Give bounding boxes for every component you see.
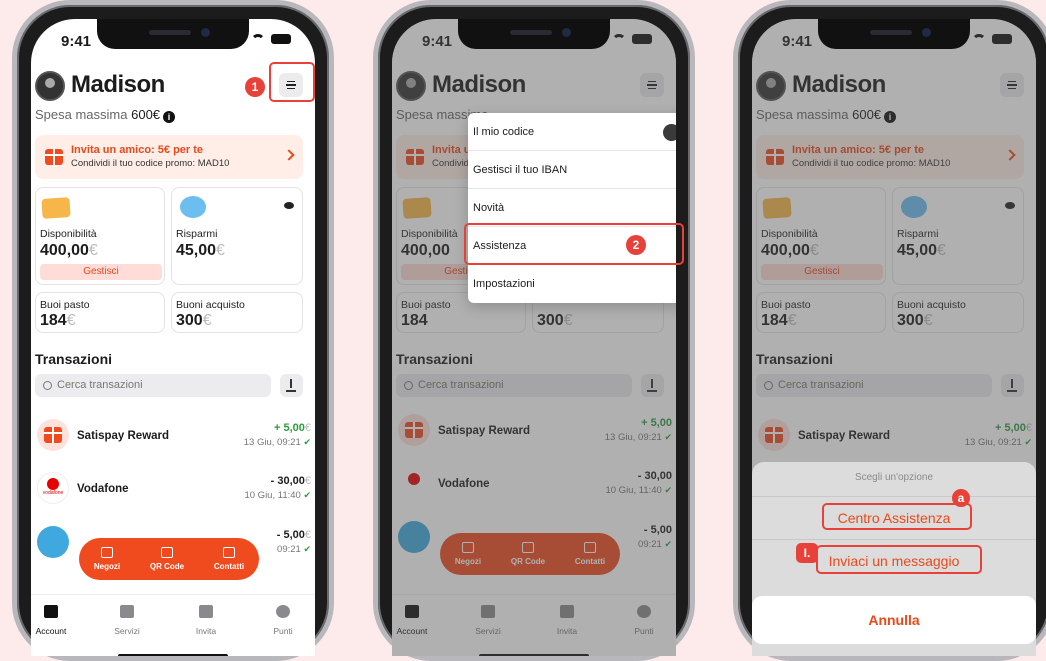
manage-button[interactable]: Gestisci [40,264,162,280]
tab-bar: Account Servizi Invita Punti [31,594,315,656]
meal-vouchers-card[interactable]: Buoi pasto 184€ [35,292,165,333]
tab-account[interactable]: Account [31,605,81,636]
list-item[interactable]: vodafone Vodafone - 30,00€ 10 Giu, 11:40… [31,472,315,512]
chevron-right-icon [283,149,295,161]
phone-screen: 9:41 Madison Spesa massima Invita un ami… [392,19,676,656]
search-icon [43,381,52,390]
search-input[interactable]: Cerca transazioni [35,374,271,397]
avatar[interactable] [35,71,65,101]
notch [97,19,249,49]
transactions-title: Transazioni [35,351,113,367]
menu-item-settings[interactable]: Impostazioni [468,265,676,303]
bolt-icon [276,605,290,618]
step-badge-b: I. [796,543,818,563]
highlight-support-item [464,223,684,265]
cancel-button[interactable]: Annulla [752,596,1036,644]
promo-banner[interactable]: Invita un amico: 5€ per te Condividi il … [35,135,303,179]
reward-icon [37,419,69,451]
tutorial-stage: 9:41 Madison Spesa massima 600€ i Invita … [0,0,1046,661]
savings-card[interactable]: Risparmi 45,00€ [171,187,303,285]
avatar [663,124,676,141]
tab-services[interactable]: Servizi [97,605,157,636]
wallet-icon [44,605,58,618]
quick-actions-bar: Negozi QR Code Contatti [79,538,259,580]
phone-screen: 9:41 Madison Spesa massima 600€ i Invita … [31,19,315,656]
phone-step-3: 9:41 Madison Spesa massima 600€ i Invita … [733,0,1046,661]
spending-limit: Spesa massima 600€ i [35,107,176,123]
user-name: Madison [71,71,165,98]
phone-step-2: 9:41 Madison Spesa massima Invita un ami… [373,0,695,661]
menu-item-my-code[interactable]: Il mio codice [468,113,676,151]
qr-code-button[interactable]: QR Code [150,547,184,571]
tab-invite[interactable]: Invita [176,605,236,636]
notch [818,19,970,49]
highlight-support-center [822,503,972,530]
gift-icon [45,149,63,165]
info-icon[interactable]: i [163,111,176,123]
step-badge-1: 1 [245,77,265,97]
shops-button[interactable]: Negozi [94,547,120,571]
step-badge-2: 2 [626,235,646,255]
contacts-button[interactable]: Contatti [214,547,244,571]
download-icon[interactable] [280,374,303,397]
qr-icon [160,547,173,558]
highlight-menu-button [269,62,315,102]
wallet-icon [41,197,71,219]
home-indicator [118,654,228,656]
dropdown-menu: Il mio codice Gestisci il tuo IBAN Novit… [468,113,676,303]
tab-points[interactable]: Punti [253,605,313,636]
action-sheet-title: Scegli un'opzione [854,472,934,483]
notch [458,19,610,49]
battery-icon [271,34,291,44]
megaphone-icon [199,605,213,618]
vodafone-logo: vodafone [37,472,69,504]
eye-off-icon[interactable] [284,202,294,209]
menu-item-news[interactable]: Novità [468,189,676,227]
contacts-icon [222,547,235,558]
phone-step-1: 9:41 Madison Spesa massima 600€ i Invita … [12,0,334,661]
check-icon: ✔ [303,490,311,500]
highlight-send-message [816,545,982,574]
status-time: 9:41 [61,33,92,50]
contact-avatar [37,526,69,558]
list-item[interactable]: Satispay Reward + 5,00€ 13 Giu, 09:21 ✔ [31,419,315,459]
piggy-bank-icon [180,196,206,218]
status-icons [251,34,291,44]
step-badge-a: a [952,489,970,507]
bag-icon [100,547,113,558]
wifi-icon [251,34,265,44]
check-icon: ✔ [303,544,311,554]
grid-icon [120,605,134,618]
availability-card[interactable]: Disponibilità 400,00€ Gestisci [35,187,165,285]
check-icon: ✔ [303,437,311,447]
purchase-vouchers-card[interactable]: Buoni acquisto 300€ [171,292,303,333]
menu-item-iban[interactable]: Gestisci il tuo IBAN [468,151,676,189]
